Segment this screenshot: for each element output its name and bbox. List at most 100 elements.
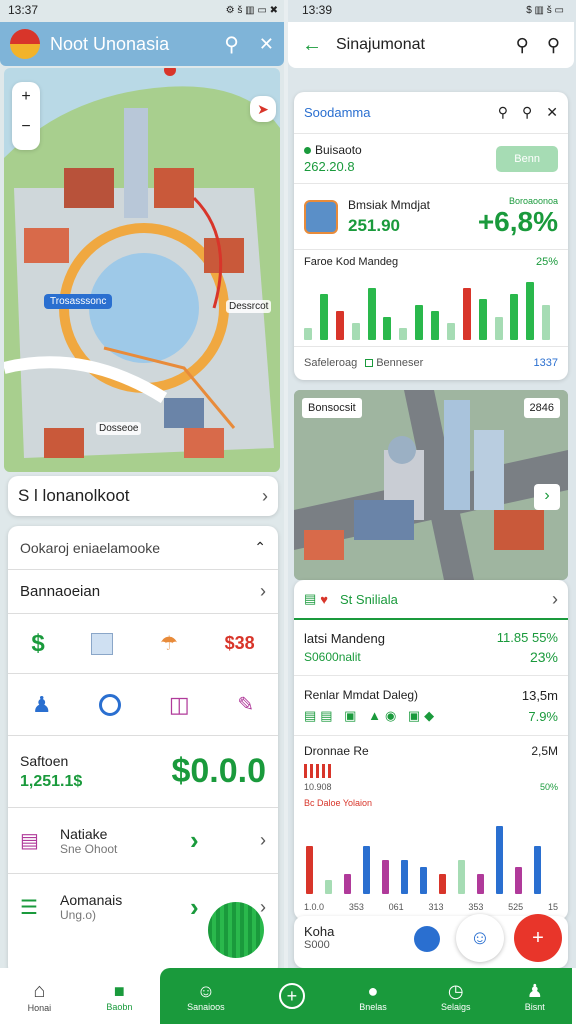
dollar-icon[interactable]: $	[31, 630, 44, 658]
zoom-in-icon[interactable]: +	[12, 82, 40, 106]
chart2-title: Dronnae Re	[304, 744, 369, 758]
chart-bar	[351, 322, 360, 340]
user-fab[interactable]: ☺	[456, 914, 504, 962]
chart-bar	[477, 873, 484, 894]
volume-chart: Dronnae Re 2,5M 10.908 50% Bc Daloe Yola…	[294, 736, 568, 916]
balance-button[interactable]: Benn	[496, 145, 558, 172]
legend-square-icon	[365, 358, 374, 367]
umbrella-icon[interactable]: ☂	[160, 631, 178, 656]
blue-dot-icon[interactable]	[414, 926, 440, 952]
map-pin-label[interactable]: Dessrcot	[226, 300, 272, 313]
chart-bar	[306, 846, 313, 894]
price-value[interactable]: $38	[225, 633, 255, 654]
basket-icon[interactable]: ◫	[169, 692, 190, 718]
tick-label: 061	[388, 902, 404, 912]
status-icons: $ ▥ š ▭	[526, 4, 564, 16]
chart-bar	[344, 873, 351, 894]
app-bar: ← Sinajumonat ⚲ ⚲	[288, 22, 574, 68]
tick-label: 1.0.0	[304, 902, 325, 912]
city-badge: Bonsocsit	[302, 398, 362, 418]
status-icons: ⚙ š ▥ ▭ ✖	[225, 4, 278, 16]
home-icon: ⌂	[33, 979, 46, 1002]
market-row[interactable]: latsi Mandeng S0600nalit 11.85 55% 23%	[294, 620, 568, 676]
list-item[interactable]: ▤ Natiake Sne Ohoot › ›	[8, 808, 278, 874]
chart-footer: Safeleroag Benneser 1337	[294, 346, 568, 378]
sticky-note-icon[interactable]	[91, 632, 114, 655]
chevron-up-icon[interactable]: ⌃	[254, 539, 266, 556]
chart-bar	[478, 299, 487, 340]
status-time: 13:37	[8, 3, 39, 17]
search-icon[interactable]: ⚲	[516, 35, 529, 56]
market-row-value: 13,5m	[521, 687, 558, 703]
map-footer[interactable]: S l lonanolkoot ›	[8, 476, 278, 516]
stock-row[interactable]: Bmsiak Mmdjat 251.90 Boroaoonoa +6,8%	[294, 184, 568, 250]
list-item[interactable]: ☰ Aomanais Ung.o) › ›	[8, 874, 278, 958]
market-row[interactable]: Renlar Mmdat Daleg) ▤▤ ▣ ▲◉ ▣◆ 13,5m 7.9…	[294, 676, 568, 736]
market-tab-label: St Sniliala	[340, 591, 398, 607]
nav-label: Honai	[27, 1002, 52, 1013]
nav-item-settings[interactable]: ◷ Selaigs	[441, 981, 471, 1012]
section-header[interactable]: Ookaroj eniaelamooke ⌃	[8, 526, 278, 570]
nav-item-profile[interactable]: ☺ Sanaioos	[187, 981, 225, 1012]
chevron-right-icon: ›	[260, 581, 266, 601]
zoom-out-icon[interactable]: −	[12, 106, 40, 136]
chart2-legend: Bc Daloe Yolaion	[304, 798, 373, 808]
stock-avatar	[304, 199, 338, 234]
plus-icon: +	[278, 983, 305, 1009]
nav-group-right: ☺ Sanaioos + ● Bnelas ◷ Selaigs ♟ Bisnt	[160, 968, 572, 1024]
nav-item-store[interactable]: ■ Baobn	[106, 981, 132, 1012]
app-title: Noot Unonasia	[50, 33, 170, 54]
nav-label: Bnelas	[359, 1001, 387, 1012]
nav-item-home[interactable]: ⌂ Honai	[28, 980, 52, 1013]
chart-bar	[399, 328, 408, 340]
tick-label: 525	[508, 902, 524, 912]
search-icon[interactable]: ⚲	[498, 104, 508, 121]
location-icon[interactable]: ➤	[250, 96, 276, 122]
city-map[interactable]: + − ➤ Trosasssonc Dessrcot Dosseoe	[4, 68, 280, 472]
zoom-control[interactable]: + −	[12, 82, 40, 150]
close-icon[interactable]: ✕	[259, 34, 274, 55]
next-icon[interactable]: ›	[534, 484, 560, 510]
list-header[interactable]: Bannaoeian ›	[8, 570, 278, 614]
app-bar: Noot Unonasia ⚲ ✕	[0, 22, 284, 66]
market-card: ▤ ♥ St Sniliala › latsi Mandeng S0600nal…	[294, 580, 568, 920]
close-icon[interactable]: ✕	[546, 104, 558, 121]
stock-tag: Boroaoonoa	[508, 195, 558, 206]
nav-item-alerts[interactable]: ● Bnelas	[359, 981, 387, 1012]
chart2-ticks: 1.0.0 353 061 313 353 525 15	[304, 902, 558, 912]
person-icon[interactable]: ♟	[32, 692, 52, 718]
savings-label: Saftoen	[20, 752, 69, 769]
savings-row[interactable]: Saftoen 1,251.1$ $0.0.0	[8, 736, 278, 808]
chart-foot-right: 1337	[533, 356, 558, 369]
chevron-right-icon: ›	[190, 825, 199, 855]
add-fab[interactable]: +	[514, 914, 562, 962]
market-tab[interactable]: ▤ ♥ St Sniliala ›	[294, 580, 568, 620]
nav-label: Bisnt	[524, 1001, 545, 1012]
scale-icon[interactable]	[99, 693, 122, 716]
search-icon[interactable]: ⚲	[224, 32, 239, 57]
back-arrow-icon[interactable]: ←	[302, 34, 322, 57]
chart-foot-left: Safeleroag	[304, 356, 358, 369]
nav-item-add[interactable]: +	[278, 983, 305, 1009]
city-image[interactable]: Bonsocsit 2846 ›	[294, 390, 568, 580]
bar-chart: Faroe Kod Mandeg 25%	[294, 250, 568, 346]
progress-dome	[208, 902, 264, 958]
chevron-right-icon: ›	[260, 830, 266, 850]
status-bar: 13:39 $ ▥ š ▭	[302, 2, 564, 18]
balance-row: Buisaoto 262.20.8 Benn	[294, 134, 568, 184]
chart-bar	[431, 311, 439, 340]
chart-bar	[494, 316, 503, 340]
pen-icon[interactable]: ✎	[237, 692, 254, 717]
map-pin-label[interactable]: Dosseoe	[96, 422, 142, 435]
stock-value: 251.90	[348, 215, 400, 235]
nav-item-account[interactable]: ♟ Bisnt	[525, 981, 545, 1012]
list-item-sub: Sne Ohoot	[60, 841, 118, 856]
map-pin-label[interactable]: Trosasssonc	[44, 294, 113, 309]
chevron-right-icon: ›	[260, 896, 266, 917]
chart-title: Faroe Kod Mandeg	[304, 256, 399, 268]
chevron-right-icon: ›	[262, 485, 268, 506]
stock-name: Bmsiak Mmdjat	[348, 197, 431, 212]
search-alt-icon[interactable]: ⚲	[547, 35, 560, 56]
finance-header: Soodamma ⚲ ⚲ ✕	[294, 92, 568, 134]
search-alt-icon[interactable]: ⚲	[522, 104, 532, 121]
